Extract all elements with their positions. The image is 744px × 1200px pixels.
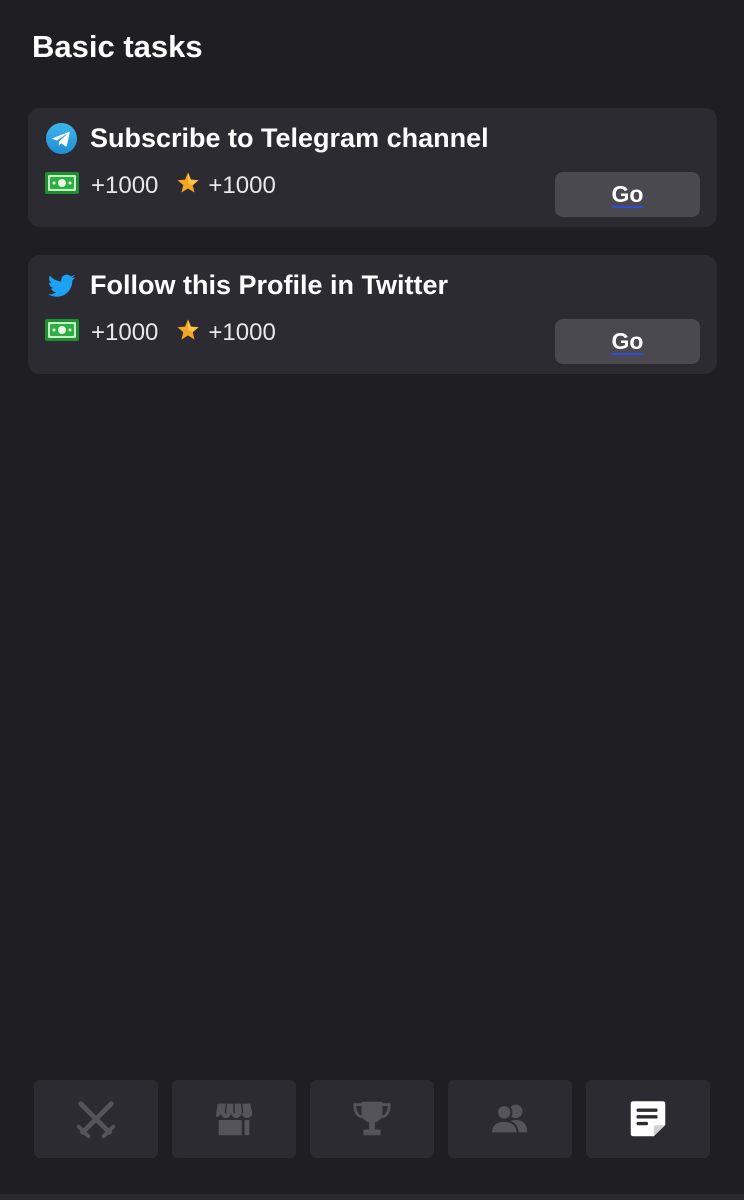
friends-icon	[489, 1104, 528, 1135]
nav-tab-battle[interactable]	[34, 1080, 158, 1158]
go-button-telegram[interactable]: Go	[555, 172, 700, 217]
telegram-icon	[46, 123, 77, 154]
twitter-icon	[46, 270, 77, 301]
bottom-edge	[0, 1194, 744, 1200]
nav-tab-tasks[interactable]	[586, 1080, 710, 1158]
go-button-label: Go	[611, 328, 644, 354]
nav-tab-friends[interactable]	[448, 1080, 572, 1158]
rewards-row: +1000 +1000	[45, 171, 276, 202]
rewards-row: +1000 +1000	[45, 318, 276, 349]
cash-reward-value: +1000	[91, 172, 159, 199]
shop-icon	[215, 1103, 253, 1136]
go-button-twitter[interactable]: Go	[555, 319, 700, 364]
nav-tab-shop[interactable]	[172, 1080, 296, 1158]
cash-reward-value: +1000	[91, 319, 159, 346]
page-title: Basic tasks	[32, 29, 203, 64]
task-title: Follow this Profile in Twitter	[90, 270, 449, 300]
go-button-label: Go	[611, 181, 644, 207]
task-card-telegram: Subscribe to Telegram channel +1000 +100…	[28, 108, 717, 227]
task-list: Subscribe to Telegram channel +1000 +100…	[28, 108, 717, 402]
cash-icon	[45, 318, 91, 348]
star-icon	[158, 318, 208, 349]
tasks-note-icon	[630, 1101, 666, 1137]
star-icon	[158, 171, 208, 202]
nav-tab-leaderboard[interactable]	[310, 1080, 434, 1158]
star-reward-value: +1000	[208, 319, 276, 346]
star-reward-value: +1000	[208, 172, 276, 199]
cash-icon	[45, 171, 91, 201]
task-title: Subscribe to Telegram channel	[90, 123, 489, 153]
crossed-swords-icon	[76, 1101, 116, 1139]
bottom-nav	[34, 1080, 710, 1158]
task-card-twitter: Follow this Profile in Twitter +1000 +10…	[28, 255, 717, 374]
trophy-icon	[353, 1101, 391, 1136]
